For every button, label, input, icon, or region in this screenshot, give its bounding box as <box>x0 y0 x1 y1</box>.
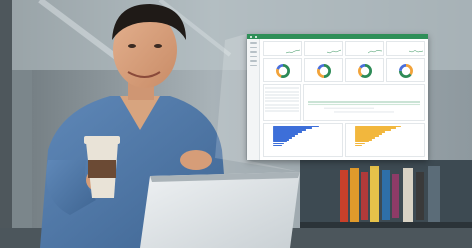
donut-card <box>304 58 343 82</box>
donut-chart <box>398 64 413 79</box>
kpi-card <box>304 41 343 56</box>
sidebar-item <box>249 55 257 57</box>
list-item <box>265 90 299 93</box>
window-dot <box>250 35 252 38</box>
list-item <box>265 87 299 90</box>
bar <box>273 144 283 147</box>
sidebar-item <box>249 42 257 44</box>
window-dot <box>255 35 257 38</box>
list-item <box>265 107 299 110</box>
list-item <box>265 97 299 100</box>
middle-row <box>263 84 425 121</box>
sidebar-item <box>249 60 257 62</box>
sidebar-item <box>249 51 257 53</box>
sparkline <box>327 49 341 54</box>
timeline-chart <box>308 101 420 113</box>
kpi-card <box>345 41 384 56</box>
sparkline <box>286 49 300 54</box>
dashboard-sidebar <box>247 39 260 160</box>
photo-scene <box>0 0 472 248</box>
donut-card <box>345 58 384 82</box>
donut-card <box>386 58 425 82</box>
donut-chart <box>275 64 290 79</box>
list-item <box>265 100 299 103</box>
list-item <box>265 93 299 96</box>
donut-chart <box>357 64 372 79</box>
donut-card <box>263 58 302 82</box>
kpi-card <box>386 41 425 56</box>
donut-chart <box>316 64 331 79</box>
bar <box>355 144 363 147</box>
timeline-card <box>303 84 425 121</box>
sidebar-item <box>249 64 257 66</box>
list-card <box>263 84 301 121</box>
kpi-card <box>263 41 302 56</box>
right-bar-chart <box>345 123 425 157</box>
sparkline <box>409 50 423 53</box>
list-item <box>265 103 299 106</box>
list-item <box>265 110 299 113</box>
sparkline <box>368 50 382 54</box>
dashboard-panel <box>247 34 428 160</box>
sidebar-item <box>249 46 257 48</box>
bar-charts-row <box>263 123 425 157</box>
kpi-row <box>263 41 425 56</box>
left-bar-chart <box>263 123 343 157</box>
donut-row <box>263 58 425 82</box>
